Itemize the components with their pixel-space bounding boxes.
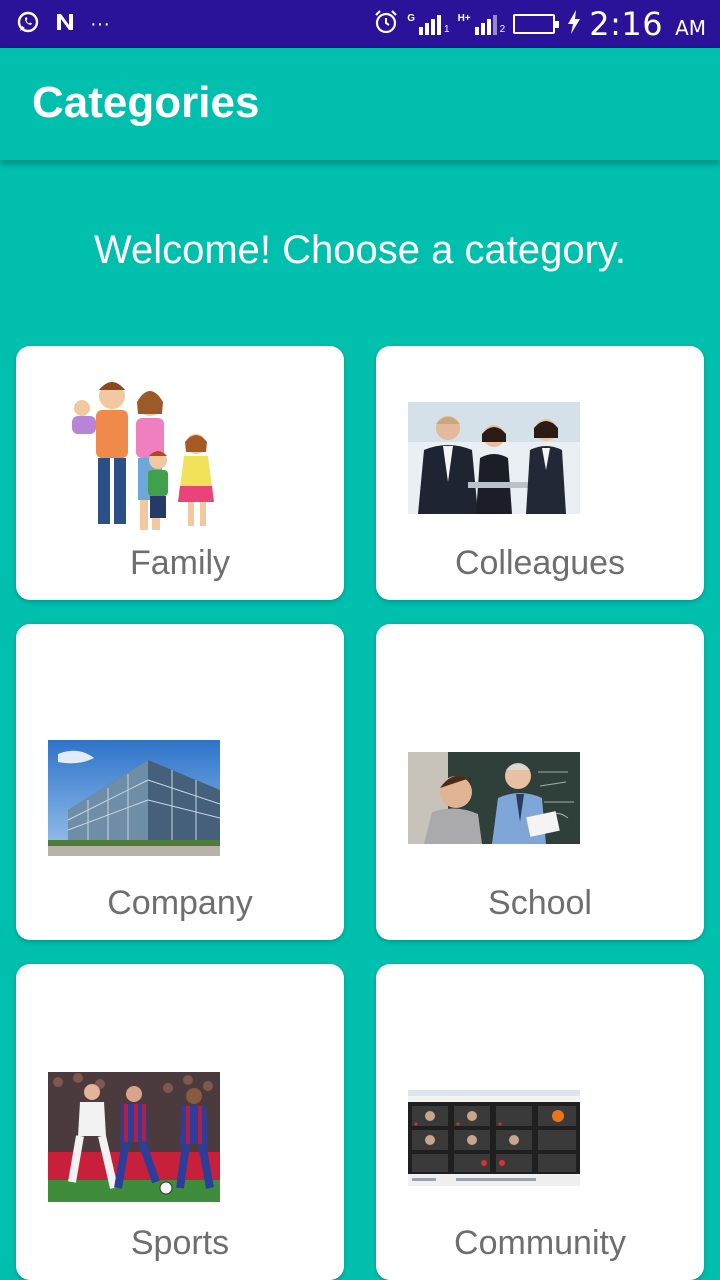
- whatsapp-icon: [16, 10, 40, 39]
- clock: 2:16: [589, 5, 664, 43]
- category-card-colleagues[interactable]: Colleagues: [376, 346, 704, 600]
- office-building-photo: [48, 740, 220, 856]
- category-label: Family: [129, 544, 231, 582]
- football-photo: [48, 1072, 220, 1202]
- n-icon: [54, 11, 76, 38]
- colleagues-photo: [408, 402, 580, 514]
- category-card-school[interactable]: School: [376, 624, 704, 940]
- video-call-screenshot: [408, 1090, 580, 1186]
- category-card-company[interactable]: Company: [16, 624, 344, 940]
- category-label: School: [488, 884, 592, 922]
- category-card-community[interactable]: Community: [376, 964, 704, 1280]
- status-bar: ··· G 1 H+ 2 2:16 AM: [0, 0, 720, 48]
- welcome-message: Welcome! Choose a category.: [93, 228, 627, 272]
- app-bar: Categories: [0, 48, 720, 160]
- category-label: Sports: [130, 1224, 230, 1262]
- alarm-icon: [373, 9, 399, 40]
- battery-icon: [513, 14, 560, 34]
- classroom-photo: [408, 752, 580, 844]
- category-label: Community: [454, 1224, 626, 1262]
- page-title: Categories: [32, 78, 260, 127]
- category-label: Colleagues: [454, 544, 626, 582]
- signal-sim1-icon: G 1: [407, 13, 450, 35]
- category-label: Company: [107, 884, 253, 922]
- more-dots-icon: ···: [90, 13, 110, 35]
- category-card-sports[interactable]: Sports: [16, 964, 344, 1280]
- family-illustration: [64, 368, 224, 536]
- charging-icon: [567, 9, 581, 39]
- category-card-family[interactable]: Family: [16, 346, 344, 600]
- clock-ampm: AM: [675, 16, 706, 40]
- signal-sim2-icon: H+ 2: [457, 13, 506, 35]
